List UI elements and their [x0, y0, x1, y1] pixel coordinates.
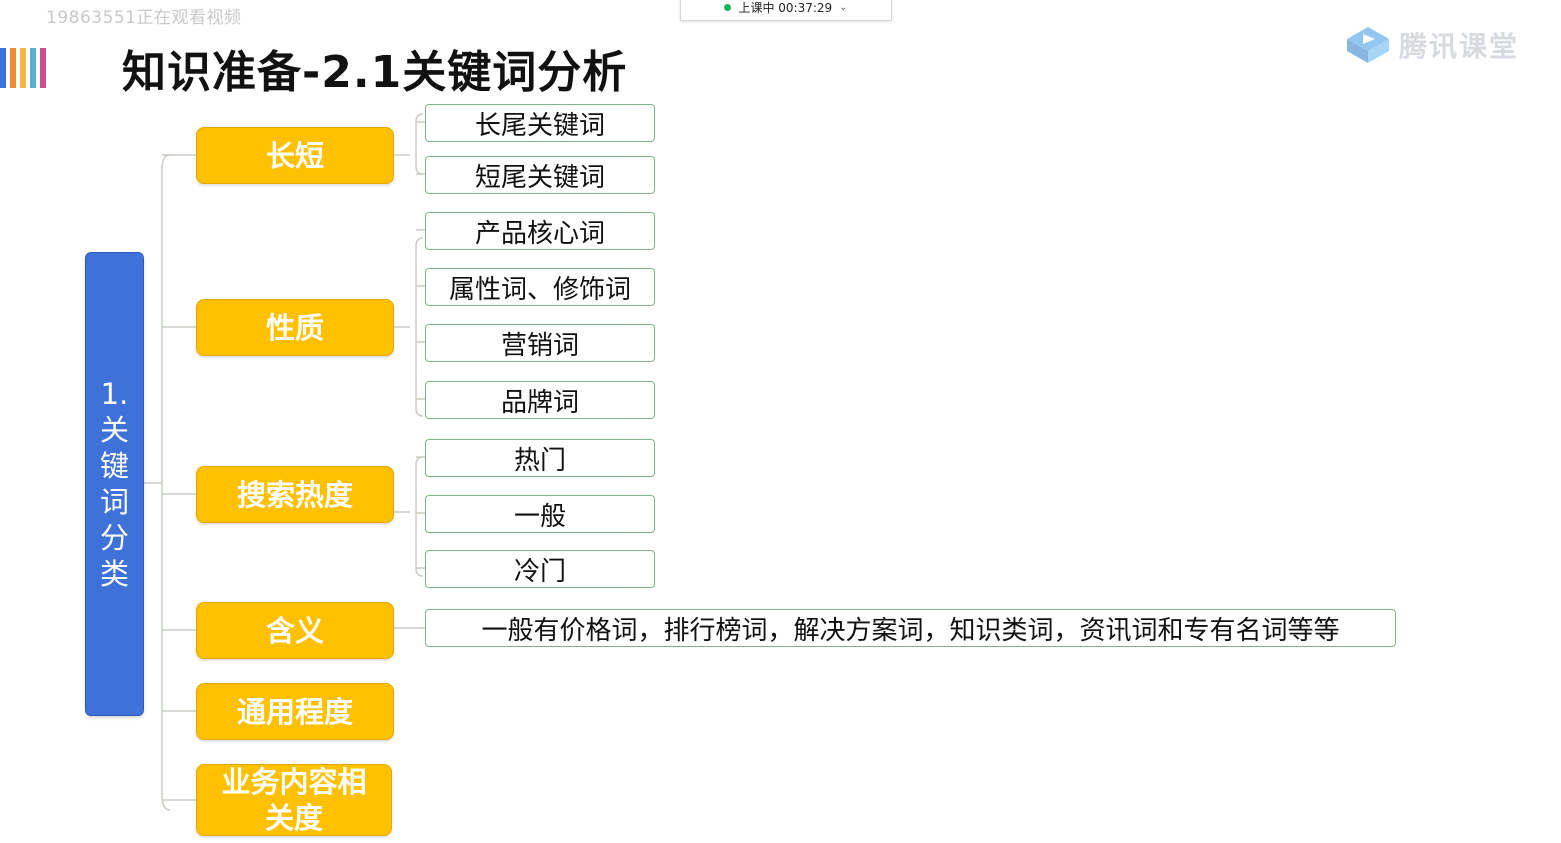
leaf-node-long-tail[interactable]: 长尾关键词: [425, 104, 655, 142]
category-node-search-popularity[interactable]: 搜索热度: [196, 466, 394, 523]
leaf-node-normal[interactable]: 一般: [425, 495, 655, 533]
category-node-business-relevance[interactable]: 业务内容相关度: [196, 764, 392, 836]
leaf-node-marketing[interactable]: 营销词: [425, 324, 655, 362]
category-node-length[interactable]: 长短: [196, 127, 394, 184]
leaf-node-attribute-modifier[interactable]: 属性词、修饰词: [425, 268, 655, 306]
leaf-node-short-tail[interactable]: 短尾关键词: [425, 156, 655, 194]
root-node-keyword-classification[interactable]: 1.关键词分类: [85, 252, 144, 716]
leaf-node-cold[interactable]: 冷门: [425, 550, 655, 588]
category-node-nature[interactable]: 性质: [196, 299, 394, 356]
root-node-label: 1.关键词分类: [99, 377, 129, 591]
category-node-meaning[interactable]: 含义: [196, 602, 394, 659]
leaf-node-core-product[interactable]: 产品核心词: [425, 212, 655, 250]
leaf-node-brand[interactable]: 品牌词: [425, 381, 655, 419]
category-node-generality[interactable]: 通用程度: [196, 683, 394, 740]
leaf-node-hot[interactable]: 热门: [425, 439, 655, 477]
leaf-node-meaning-types[interactable]: 一般有价格词，排行榜词，解决方案词，知识类词，资讯词和专有名词等等: [425, 609, 1396, 647]
